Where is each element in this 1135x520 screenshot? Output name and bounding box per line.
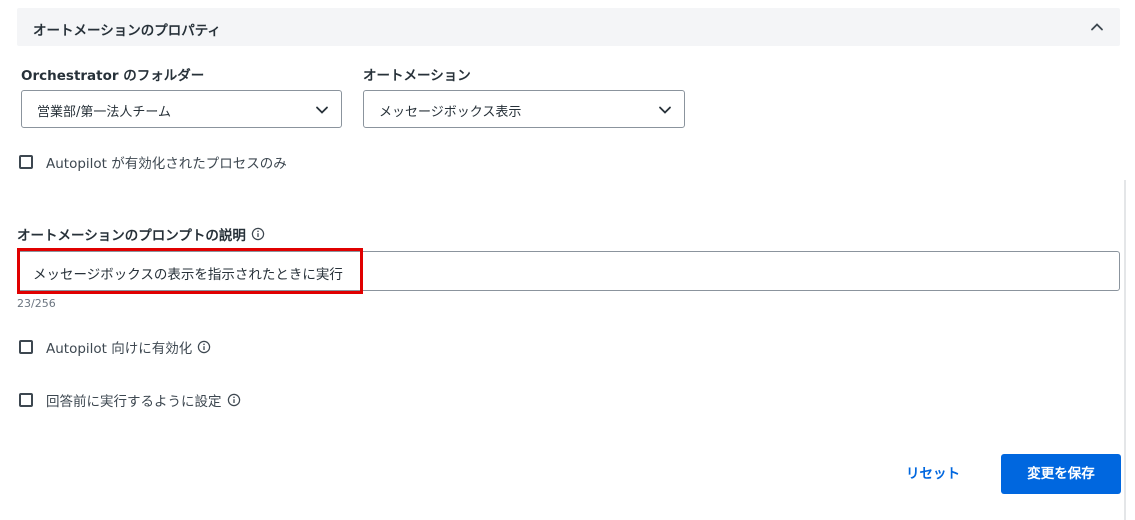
chevron-down-icon <box>316 106 328 114</box>
info-icon[interactable] <box>197 340 211 354</box>
folder-select-value: 営業部/第一法人チーム <box>37 105 171 120</box>
autopilot-only-checkbox[interactable] <box>19 155 33 169</box>
info-icon[interactable] <box>251 227 265 241</box>
info-icon[interactable] <box>227 393 241 407</box>
section-header[interactable]: オートメーションのプロパティ <box>17 8 1120 46</box>
folder-label: Orchestrator のフォルダー <box>21 68 205 84</box>
automation-select[interactable]: メッセージボックス表示 <box>363 90 685 128</box>
autopilot-only-option[interactable]: Autopilot が有効化されたプロセスのみ <box>19 152 287 172</box>
prompt-description-value: メッセージボックスの表示を指示されたときに実行 <box>33 267 343 283</box>
scrollbar[interactable] <box>1124 180 1126 520</box>
prompt-description-label-row: オートメーションのプロンプトの説明 <box>17 224 265 244</box>
save-changes-button[interactable]: 変更を保存 <box>1001 454 1121 494</box>
automation-select-value: メッセージボックス表示 <box>379 105 522 120</box>
enable-for-autopilot-label: Autopilot 向けに有効化 <box>46 341 193 357</box>
automation-label: オートメーション <box>363 68 471 84</box>
run-before-answer-label: 回答前に実行するように設定 <box>46 394 222 410</box>
enable-for-autopilot-checkbox[interactable] <box>19 340 33 354</box>
autopilot-only-label: Autopilot が有効化されたプロセスのみ <box>46 156 287 172</box>
reset-button[interactable]: リセット <box>890 454 976 494</box>
chevron-down-icon <box>659 106 671 114</box>
section-title: オートメーションのプロパティ <box>33 23 221 39</box>
prompt-description-label: オートメーションのプロンプトの説明 <box>17 228 246 244</box>
folder-select[interactable]: 営業部/第一法人チーム <box>21 90 342 128</box>
chevron-up-icon[interactable] <box>1088 18 1106 36</box>
enable-for-autopilot-option[interactable]: Autopilot 向けに有効化 <box>19 337 211 357</box>
character-counter: 23/256 <box>17 297 56 310</box>
run-before-answer-checkbox[interactable] <box>19 393 33 407</box>
run-before-answer-option[interactable]: 回答前に実行するように設定 <box>19 390 241 410</box>
prompt-description-input[interactable]: メッセージボックスの表示を指示されたときに実行 <box>17 251 1120 291</box>
